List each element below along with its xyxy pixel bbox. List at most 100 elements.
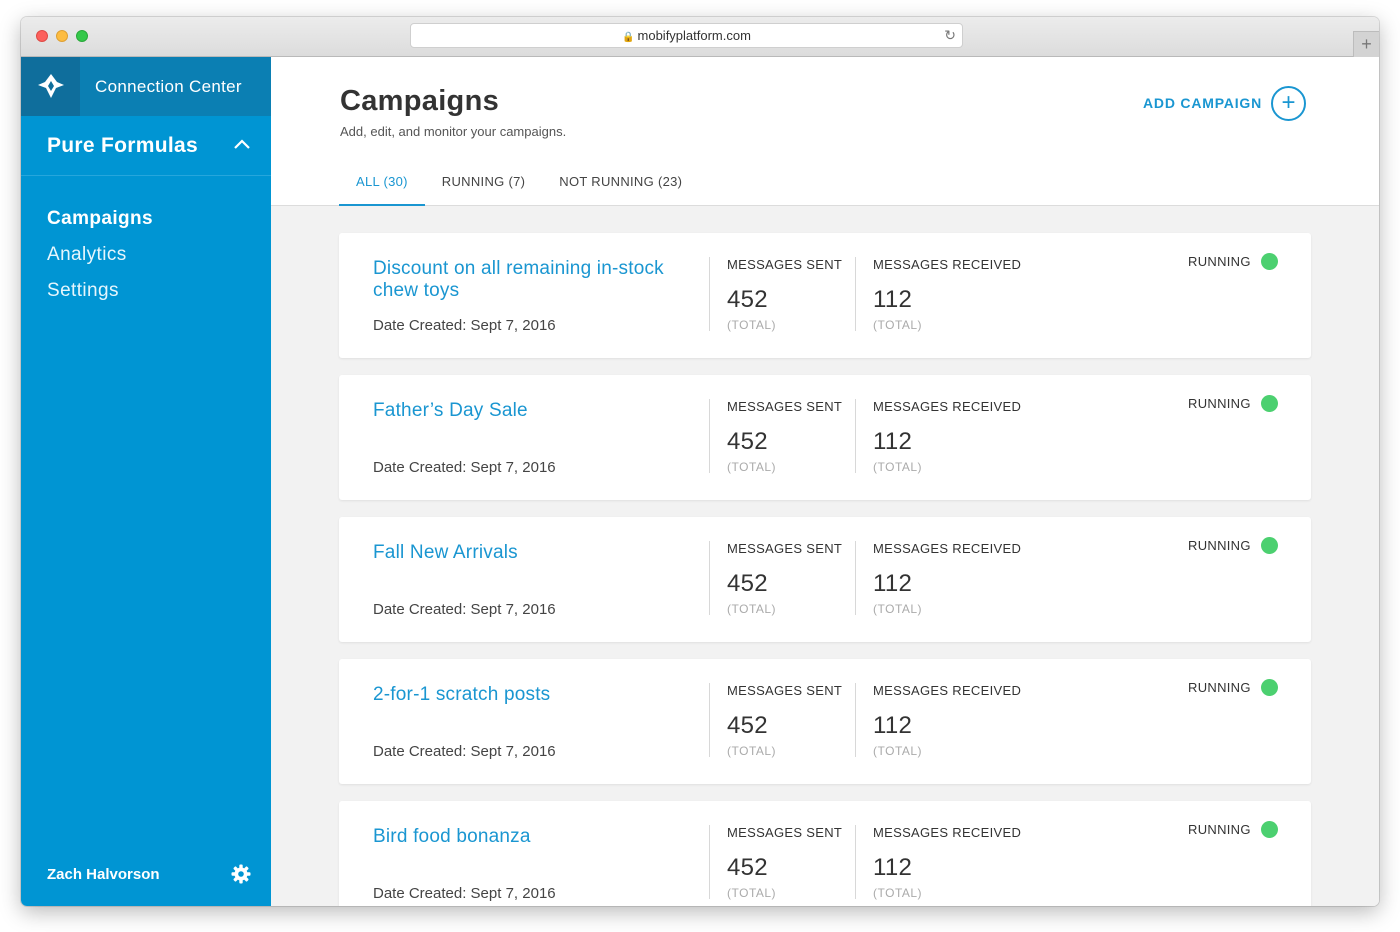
messages-sent-label: MESSAGES SENT	[727, 541, 843, 556]
brand-logo-icon	[38, 74, 64, 98]
close-window-button[interactable]	[36, 30, 48, 42]
messages-received-metric: MESSAGES RECEIVED 112 (TOTAL)	[855, 399, 1022, 474]
campaign-name[interactable]: 2-for-1 scratch posts	[373, 684, 673, 706]
messages-sent-label: MESSAGES SENT	[727, 399, 843, 414]
campaign-card[interactable]: Bird food bonanza Date Created: Sept 7, …	[339, 801, 1311, 906]
sidebar-item-analytics[interactable]: Analytics	[47, 243, 153, 279]
messages-sent-metric: MESSAGES SENT 452 (TOTAL)	[709, 683, 843, 758]
sidebar-nav: Campaigns Analytics Settings	[47, 207, 153, 315]
status-badge: RUNNING	[1188, 395, 1278, 412]
user-name[interactable]: Zach Halvorson	[47, 866, 160, 883]
messages-sent-value: 452	[727, 570, 768, 597]
gear-icon[interactable]	[231, 864, 251, 884]
sidebar: Connection Center Pure Formulas Campaign…	[21, 57, 271, 906]
messages-received-value: 112	[873, 570, 913, 597]
add-campaign-button[interactable]: ADD CAMPAIGN +	[1143, 85, 1307, 121]
messages-sent-value: 452	[727, 854, 768, 881]
status-badge: RUNNING	[1188, 679, 1278, 696]
campaign-name[interactable]: Father’s Day Sale	[373, 400, 673, 422]
messages-received-metric: MESSAGES RECEIVED 112 (TOTAL)	[855, 825, 1021, 900]
status-dot-icon	[1260, 253, 1278, 270]
campaign-name[interactable]: Bird food bonanza	[373, 826, 673, 848]
messages-received-metric: MESSAGES RECEIVED 112 (TOTAL)	[855, 541, 1022, 616]
sidebar-item-campaigns[interactable]: Campaigns	[47, 207, 153, 243]
tab-running[interactable]: RUNNING (7)	[425, 162, 542, 206]
brand-bar: Connection Center	[21, 57, 271, 116]
messages-received-label: MESSAGES RECEIVED	[873, 257, 1022, 272]
messages-sent-label: MESSAGES SENT	[727, 683, 843, 698]
messages-received-metric: MESSAGES RECEIVED 112 (TOTAL)	[855, 683, 1022, 758]
status-badge: RUNNING	[1188, 253, 1278, 270]
status-text: RUNNING	[1188, 822, 1251, 837]
status-text: RUNNING	[1188, 396, 1251, 411]
messages-received-value: 112	[873, 428, 913, 455]
messages-sent-sub: (TOTAL)	[727, 318, 777, 332]
page-title: Campaigns	[340, 85, 500, 117]
messages-received-value: 112	[873, 286, 913, 313]
main-content: Campaigns Add, edit, and monitor your ca…	[271, 57, 1379, 906]
zoom-window-button[interactable]	[76, 30, 88, 42]
campaign-date: Date Created: Sept 7, 2016	[373, 601, 556, 618]
url-text: mobifyplatform.com	[637, 28, 751, 43]
messages-received-value: 112	[873, 854, 913, 881]
chevron-up-icon[interactable]	[233, 138, 251, 150]
page-header: Campaigns Add, edit, and monitor your ca…	[271, 57, 1379, 206]
status-badge: RUNNING	[1188, 537, 1278, 554]
messages-sent-value: 452	[727, 286, 768, 313]
campaign-name[interactable]: Fall New Arrivals	[373, 542, 673, 564]
address-bar[interactable]: 🔒 mobifyplatform.com ↻	[410, 23, 963, 48]
browser-window: 🔒 mobifyplatform.com ↻ + Connection Cente…	[21, 17, 1379, 906]
messages-received-label: MESSAGES RECEIVED	[873, 399, 1022, 414]
status-dot-icon	[1260, 537, 1278, 554]
campaign-name[interactable]: Discount on all remaining in-stock chew …	[373, 258, 673, 302]
campaign-date: Date Created: Sept 7, 2016	[373, 459, 556, 476]
tab-all[interactable]: ALL (30)	[339, 162, 425, 206]
messages-received-sub: (TOTAL)	[873, 318, 923, 332]
plus-circle-icon: +	[1271, 85, 1307, 121]
status-text: RUNNING	[1188, 538, 1251, 553]
account-name: Pure Formulas	[47, 134, 198, 157]
status-text: RUNNING	[1188, 254, 1251, 269]
messages-sent-metric: MESSAGES SENT 452 (TOTAL)	[709, 257, 843, 332]
campaign-card[interactable]: 2-for-1 scratch posts Date Created: Sept…	[339, 659, 1311, 784]
messages-received-sub: (TOTAL)	[873, 886, 923, 900]
status-dot-icon	[1260, 821, 1278, 838]
messages-received-label: MESSAGES RECEIVED	[873, 683, 1022, 698]
campaign-date: Date Created: Sept 7, 2016	[373, 885, 556, 902]
page-subtitle: Add, edit, and monitor your campaigns.	[340, 124, 567, 139]
messages-sent-metric: MESSAGES SENT 452 (TOTAL)	[709, 825, 843, 900]
messages-sent-label: MESSAGES SENT	[727, 257, 843, 272]
campaign-date: Date Created: Sept 7, 2016	[373, 743, 556, 760]
messages-sent-metric: MESSAGES SENT 452 (TOTAL)	[709, 399, 843, 474]
campaign-card[interactable]: Father’s Day Sale Date Created: Sept 7, …	[339, 375, 1311, 500]
messages-sent-label: MESSAGES SENT	[727, 825, 843, 840]
messages-sent-value: 452	[727, 428, 768, 455]
reload-icon[interactable]: ↻	[944, 24, 956, 47]
messages-sent-metric: MESSAGES SENT 452 (TOTAL)	[709, 541, 843, 616]
campaign-date: Date Created: Sept 7, 2016	[373, 317, 556, 334]
campaign-tabs: ALL (30) RUNNING (7) NOT RUNNING (23)	[339, 162, 699, 206]
brand-logo[interactable]	[21, 57, 80, 116]
minimize-window-button[interactable]	[56, 30, 68, 42]
messages-received-label: MESSAGES RECEIVED	[873, 541, 1022, 556]
messages-sent-sub: (TOTAL)	[727, 886, 777, 900]
messages-sent-value: 452	[727, 712, 768, 739]
campaign-list: Discount on all remaining in-stock chew …	[339, 233, 1311, 906]
messages-sent-sub: (TOTAL)	[727, 460, 777, 474]
messages-received-sub: (TOTAL)	[873, 602, 923, 616]
lock-icon: 🔒	[622, 32, 635, 43]
account-switcher[interactable]: Pure Formulas	[21, 116, 271, 176]
status-text: RUNNING	[1188, 680, 1251, 695]
tab-not-running[interactable]: NOT RUNNING (23)	[542, 162, 699, 206]
status-dot-icon	[1260, 679, 1278, 696]
browser-titlebar: 🔒 mobifyplatform.com ↻ +	[21, 17, 1379, 57]
status-dot-icon	[1260, 395, 1278, 412]
new-tab-button[interactable]: +	[1353, 31, 1379, 57]
status-badge: RUNNING	[1188, 821, 1278, 838]
messages-received-sub: (TOTAL)	[873, 460, 923, 474]
campaign-card[interactable]: Discount on all remaining in-stock chew …	[339, 233, 1311, 358]
messages-received-value: 112	[873, 712, 913, 739]
sidebar-item-settings[interactable]: Settings	[47, 279, 153, 315]
messages-received-metric: MESSAGES RECEIVED 112 (TOTAL)	[855, 257, 1022, 332]
campaign-card[interactable]: Fall New Arrivals Date Created: Sept 7, …	[339, 517, 1311, 642]
